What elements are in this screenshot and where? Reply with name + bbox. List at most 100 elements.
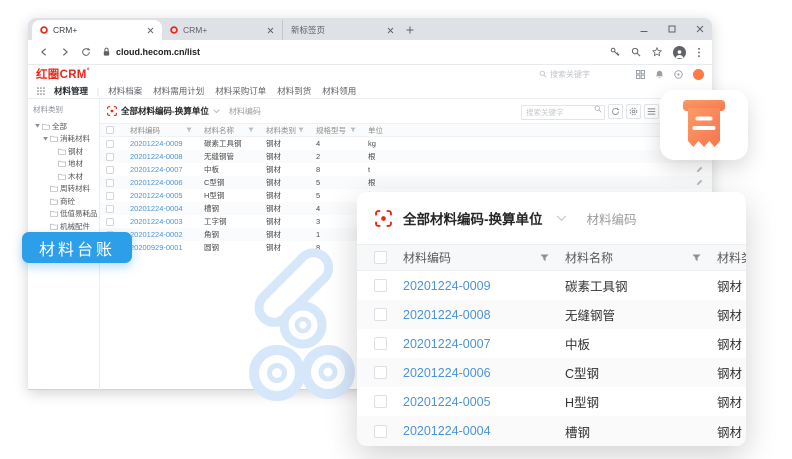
list-title[interactable]: 全部材料编码-换算单位 xyxy=(121,105,209,117)
column-header-code[interactable]: 材料编码 xyxy=(130,125,204,136)
table-row[interactable]: 20201224-0006 C型钢 钢材 xyxy=(357,358,746,387)
column-header-category[interactable]: 材料类别 xyxy=(717,249,746,266)
table-row[interactable]: 20201224-0007 中板 钢材 8 t xyxy=(100,163,712,176)
tree-node[interactable]: 机械配件 xyxy=(33,220,97,233)
zoom-panel-subtitle[interactable]: 材料编码 xyxy=(587,209,637,228)
list-subtitle[interactable]: 材料编码 xyxy=(229,106,261,117)
tab-close-icon[interactable] xyxy=(267,27,274,34)
browser-menu-icon[interactable] xyxy=(697,47,701,58)
table-row[interactable]: 20201224-0006 C型钢 钢材 5 根 xyxy=(100,176,712,189)
material-code-link[interactable]: 20201224-0009 xyxy=(130,139,204,148)
grid-dots-icon[interactable] xyxy=(37,87,45,95)
filter-funnel-icon[interactable] xyxy=(540,254,549,262)
material-code-link[interactable]: 20201224-0006 xyxy=(403,366,565,380)
table-row[interactable]: 20201224-0007 中板 钢材 xyxy=(357,329,746,358)
column-header-spec[interactable]: 规格型号 xyxy=(316,125,368,136)
material-code-link[interactable]: 20201224-0004 xyxy=(130,204,204,213)
filter-funnel-icon[interactable] xyxy=(298,127,304,133)
caret-down-icon[interactable] xyxy=(35,124,40,128)
row-checkbox[interactable] xyxy=(106,205,114,213)
material-code-link[interactable]: 20201224-0006 xyxy=(130,178,204,187)
tree-node[interactable]: 周转材料 xyxy=(33,183,97,196)
material-code-link[interactable]: 20201224-0007 xyxy=(130,165,204,174)
material-code-link[interactable]: 20201224-0009 xyxy=(403,279,565,293)
global-search[interactable]: 搜索关键字 xyxy=(539,69,590,80)
row-checkbox[interactable] xyxy=(106,192,114,200)
reload-icon[interactable] xyxy=(81,47,91,57)
material-code-link[interactable]: 20201224-0008 xyxy=(403,308,565,322)
edit-pencil-icon[interactable] xyxy=(686,166,712,173)
chevron-down-icon[interactable] xyxy=(556,215,567,222)
material-code-link[interactable]: 20201224-0004 xyxy=(403,424,565,438)
row-checkbox[interactable] xyxy=(106,166,114,174)
settings-gear-button[interactable] xyxy=(626,104,641,119)
forward-icon[interactable] xyxy=(60,47,70,57)
row-checkbox[interactable] xyxy=(374,395,387,408)
material-code-link[interactable]: 20201224-0002 xyxy=(130,230,204,239)
filter-funnel-icon[interactable] xyxy=(248,127,254,133)
omnibox[interactable]: cloud.hecom.cn/list xyxy=(102,47,599,57)
table-row[interactable]: 20201224-0004 槽钢 钢材 xyxy=(357,416,746,445)
row-checkbox[interactable] xyxy=(374,366,387,379)
browser-tab[interactable]: CRM+ xyxy=(162,20,282,40)
menu-item[interactable]: 材料到货 xyxy=(277,85,311,97)
menu-item-active[interactable]: 材料管理 xyxy=(54,85,88,97)
bookmark-star-icon[interactable] xyxy=(652,47,662,57)
tree-node[interactable]: 木材 xyxy=(33,170,97,183)
browser-tab[interactable]: 新标签页 xyxy=(282,20,402,40)
row-checkbox[interactable] xyxy=(374,425,387,438)
column-header-name[interactable]: 材料名称 xyxy=(565,249,717,266)
columns-list-button[interactable] xyxy=(644,104,659,119)
list-search-input[interactable] xyxy=(521,105,605,120)
material-code-link[interactable]: 20200929-0001 xyxy=(130,243,204,252)
edit-pencil-icon[interactable] xyxy=(686,179,712,186)
material-code-link[interactable]: 20201224-0005 xyxy=(403,395,565,409)
apps-icon[interactable] xyxy=(636,70,645,79)
chevron-down-icon[interactable] xyxy=(213,109,220,114)
menu-item[interactable]: 材料采购订单 xyxy=(215,85,266,97)
tree-node[interactable]: 商砼 xyxy=(33,195,97,208)
row-checkbox[interactable] xyxy=(374,308,387,321)
minimize-button[interactable] xyxy=(640,25,648,33)
caret-down-icon[interactable] xyxy=(43,137,48,141)
close-button[interactable] xyxy=(696,25,704,33)
row-checkbox[interactable] xyxy=(106,218,114,226)
filter-funnel-icon[interactable] xyxy=(692,254,701,262)
zoom-panel-title[interactable]: 全部材料编码-换算单位 xyxy=(403,208,543,228)
material-code-link[interactable]: 20201224-0005 xyxy=(130,191,204,200)
table-row[interactable]: 20201224-0008 无缝钢管 钢材 xyxy=(357,300,746,329)
row-checkbox[interactable] xyxy=(106,179,114,187)
material-code-link[interactable]: 20201224-0003 xyxy=(130,217,204,226)
tab-close-icon[interactable] xyxy=(387,27,394,34)
profile-avatar[interactable] xyxy=(673,46,686,59)
back-icon[interactable] xyxy=(39,47,49,57)
maximize-button[interactable] xyxy=(668,25,676,33)
bell-icon[interactable] xyxy=(655,70,664,79)
new-tab-button[interactable] xyxy=(402,20,418,40)
table-row[interactable]: 20201224-0008 无缝钢管 钢材 2 根 xyxy=(100,150,712,163)
filter-funnel-icon[interactable] xyxy=(186,127,192,133)
help-icon[interactable] xyxy=(674,70,683,79)
zoom-icon[interactable] xyxy=(631,47,641,57)
material-code-link[interactable]: 20201224-0008 xyxy=(130,152,204,161)
row-checkbox[interactable] xyxy=(106,153,114,161)
tree-node[interactable]: 低值易耗品 xyxy=(33,208,97,221)
refresh-button[interactable] xyxy=(608,104,623,119)
tree-node[interactable]: 钢材 xyxy=(33,145,97,158)
row-checkbox[interactable] xyxy=(106,140,114,148)
column-header-category[interactable]: 材料类别 xyxy=(266,125,316,136)
tree-node[interactable]: 地材 xyxy=(33,158,97,171)
tree-node[interactable]: 消耗材料 xyxy=(33,133,97,146)
filter-funnel-icon[interactable] xyxy=(350,127,356,133)
column-header-unit[interactable]: 单位 xyxy=(368,125,686,136)
material-code-link[interactable]: 20201224-0007 xyxy=(403,337,565,351)
row-checkbox[interactable] xyxy=(374,279,387,292)
menu-item[interactable]: 材料需用计划 xyxy=(153,85,204,97)
table-row[interactable]: 20201224-0009 碳素工具钢 钢材 xyxy=(357,271,746,300)
column-header-code[interactable]: 材料编码 xyxy=(403,249,565,266)
key-icon[interactable] xyxy=(610,47,620,57)
menu-item[interactable]: 材料档案 xyxy=(108,85,142,97)
menu-item[interactable]: 材料领用 xyxy=(322,85,356,97)
select-all-checkbox[interactable] xyxy=(374,251,387,264)
browser-tab-active[interactable]: CRM+ xyxy=(32,20,162,40)
